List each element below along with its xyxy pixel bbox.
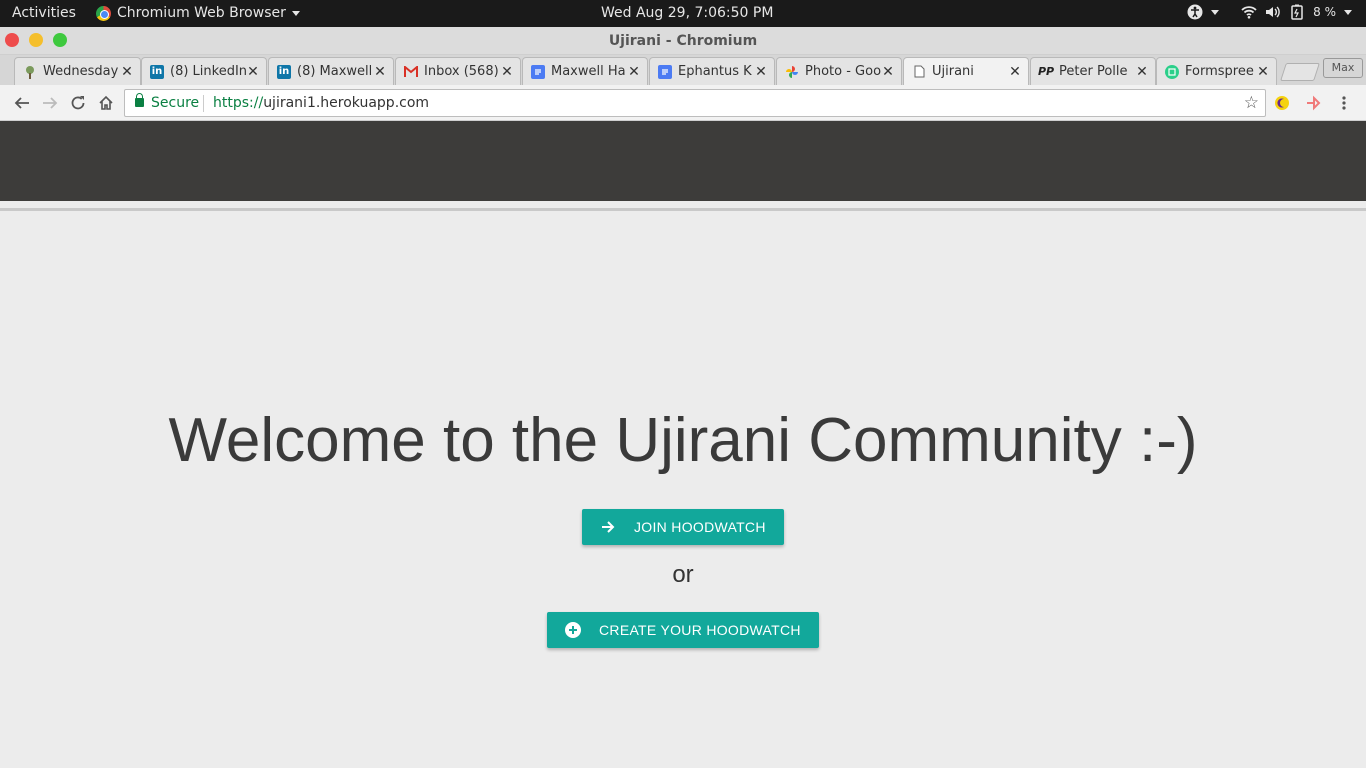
extension-icon[interactable] — [1304, 93, 1324, 113]
new-tab-button[interactable] — [1280, 63, 1320, 81]
tab-close-icon[interactable]: ✕ — [881, 64, 895, 80]
photos-icon — [785, 65, 799, 79]
app-menu[interactable]: Chromium Web Browser — [96, 5, 300, 21]
formspree-icon — [1165, 64, 1179, 79]
add-circle-icon — [565, 622, 581, 638]
tab-google-photos[interactable]: Photo - Goo ✕ — [776, 57, 902, 85]
clock[interactable]: Wed Aug 29, 7:06:50 PM — [601, 5, 773, 21]
battery-icon[interactable] — [1289, 4, 1305, 20]
tree-icon — [23, 65, 37, 79]
window-title-bar: Ujirani - Chromium — [0, 27, 1366, 55]
linkedin-icon: in — [150, 64, 164, 79]
wifi-icon[interactable] — [1241, 4, 1257, 20]
tab-ujirani[interactable]: Ujirani ✕ — [903, 57, 1029, 85]
tab-gmail-inbox[interactable]: Inbox (568) ✕ — [395, 57, 521, 85]
divider — [203, 95, 204, 112]
home-icon[interactable] — [96, 93, 116, 113]
secure-label: Secure — [151, 95, 200, 111]
tab-label: Wednesday — [43, 64, 119, 79]
url-host: ujirani1.herokuapp.com — [263, 95, 430, 111]
tab-label: Photo - Goo — [805, 64, 881, 79]
site-header — [0, 121, 1366, 201]
battery-percent: 8 % — [1313, 5, 1336, 19]
arrow-right-icon — [600, 519, 616, 535]
forward-arrow-icon[interactable] — [40, 93, 60, 113]
activities-button[interactable]: Activities — [12, 5, 76, 21]
dropdown-arrow-icon — [1211, 9, 1220, 15]
tab-close-icon[interactable]: ✕ — [1256, 64, 1270, 80]
url-scheme: https:// — [213, 95, 264, 111]
tab-label: Ujirani — [932, 64, 974, 79]
pp-icon: PP — [1037, 65, 1055, 78]
docs-icon — [658, 64, 672, 79]
tab-close-icon[interactable]: ✕ — [1008, 64, 1022, 80]
page-icon — [912, 65, 926, 79]
dropdown-arrow-icon — [1344, 9, 1352, 15]
tab-close-icon[interactable]: ✕ — [754, 64, 768, 80]
tab-docs-maxwell[interactable]: Maxwell Ha ✕ — [522, 57, 648, 85]
system-top-bar: Activities Chromium Web Browser Wed Aug … — [0, 0, 1366, 27]
tab-label: Inbox (568) — [424, 64, 499, 79]
browser-toolbar: Secure https://ujirani1.herokuapp.com ☆ — [0, 85, 1366, 121]
tab-wednesday[interactable]: Wednesday ✕ — [14, 57, 141, 85]
or-separator: or — [672, 561, 694, 588]
tab-close-icon[interactable]: ✕ — [1135, 64, 1149, 80]
accessibility-icon[interactable] — [1187, 4, 1203, 20]
reload-icon[interactable] — [68, 93, 88, 113]
system-tray[interactable]: 8 % — [1187, 4, 1352, 20]
tab-close-icon[interactable]: ✕ — [120, 64, 134, 80]
join-hoodwatch-button[interactable]: JOIN HOODWATCH — [582, 509, 784, 545]
tab-label: Maxwell Ha — [551, 64, 626, 79]
tab-label: (8) Maxwell — [297, 64, 373, 79]
linkedin-icon: in — [277, 64, 291, 79]
tab-close-icon[interactable]: ✕ — [627, 64, 641, 80]
tab-close-icon[interactable]: ✕ — [373, 64, 387, 80]
chromium-icon — [96, 5, 111, 21]
tab-linkedin[interactable]: in (8) LinkedIn ✕ — [141, 57, 267, 85]
url-text[interactable]: https://ujirani1.herokuapp.com — [213, 95, 429, 111]
create-hoodwatch-button[interactable]: CREATE YOUR HOODWATCH — [547, 612, 819, 648]
bookmark-star-icon[interactable]: ☆ — [1244, 93, 1259, 113]
tab-docs-ephantus[interactable]: Ephantus K ✕ — [649, 57, 775, 85]
back-arrow-icon[interactable] — [12, 93, 32, 113]
volume-icon[interactable] — [1265, 4, 1281, 20]
tab-label: Formspree — [1185, 64, 1254, 79]
tab-label: (8) LinkedIn — [170, 64, 246, 79]
tab-linkedin-maxwell[interactable]: in (8) Maxwell ✕ — [268, 57, 394, 85]
docs-icon — [531, 64, 545, 79]
dropdown-arrow-icon — [291, 10, 300, 16]
tab-label: Peter Polle — [1059, 64, 1128, 79]
lock-icon — [135, 93, 144, 107]
tab-strip: Wednesday ✕ in (8) LinkedIn ✕ in (8) Max… — [0, 55, 1366, 85]
app-menu-label: Chromium Web Browser — [117, 5, 286, 21]
join-hoodwatch-label: JOIN HOODWATCH — [634, 519, 766, 535]
header-divider — [0, 208, 1366, 211]
address-bar[interactable]: Secure https://ujirani1.herokuapp.com ☆ — [124, 89, 1266, 117]
page-heading: Welcome to the Ujirani Community :-) — [168, 406, 1198, 475]
menu-kebab-icon[interactable] — [1334, 93, 1354, 113]
create-hoodwatch-label: CREATE YOUR HOODWATCH — [599, 622, 801, 638]
tab-close-icon[interactable]: ✕ — [246, 64, 260, 80]
tab-formspree[interactable]: Formspree ✕ — [1156, 57, 1277, 85]
profile-button[interactable]: Max — [1323, 58, 1363, 78]
tab-peter-polle[interactable]: PP Peter Polle ✕ — [1030, 57, 1156, 85]
gmail-icon — [404, 65, 418, 79]
tab-label: Ephantus K — [678, 64, 752, 79]
tab-close-icon[interactable]: ✕ — [500, 64, 514, 80]
window-title: Ujirani - Chromium — [608, 33, 758, 49]
moon-extension-icon[interactable] — [1272, 93, 1292, 113]
